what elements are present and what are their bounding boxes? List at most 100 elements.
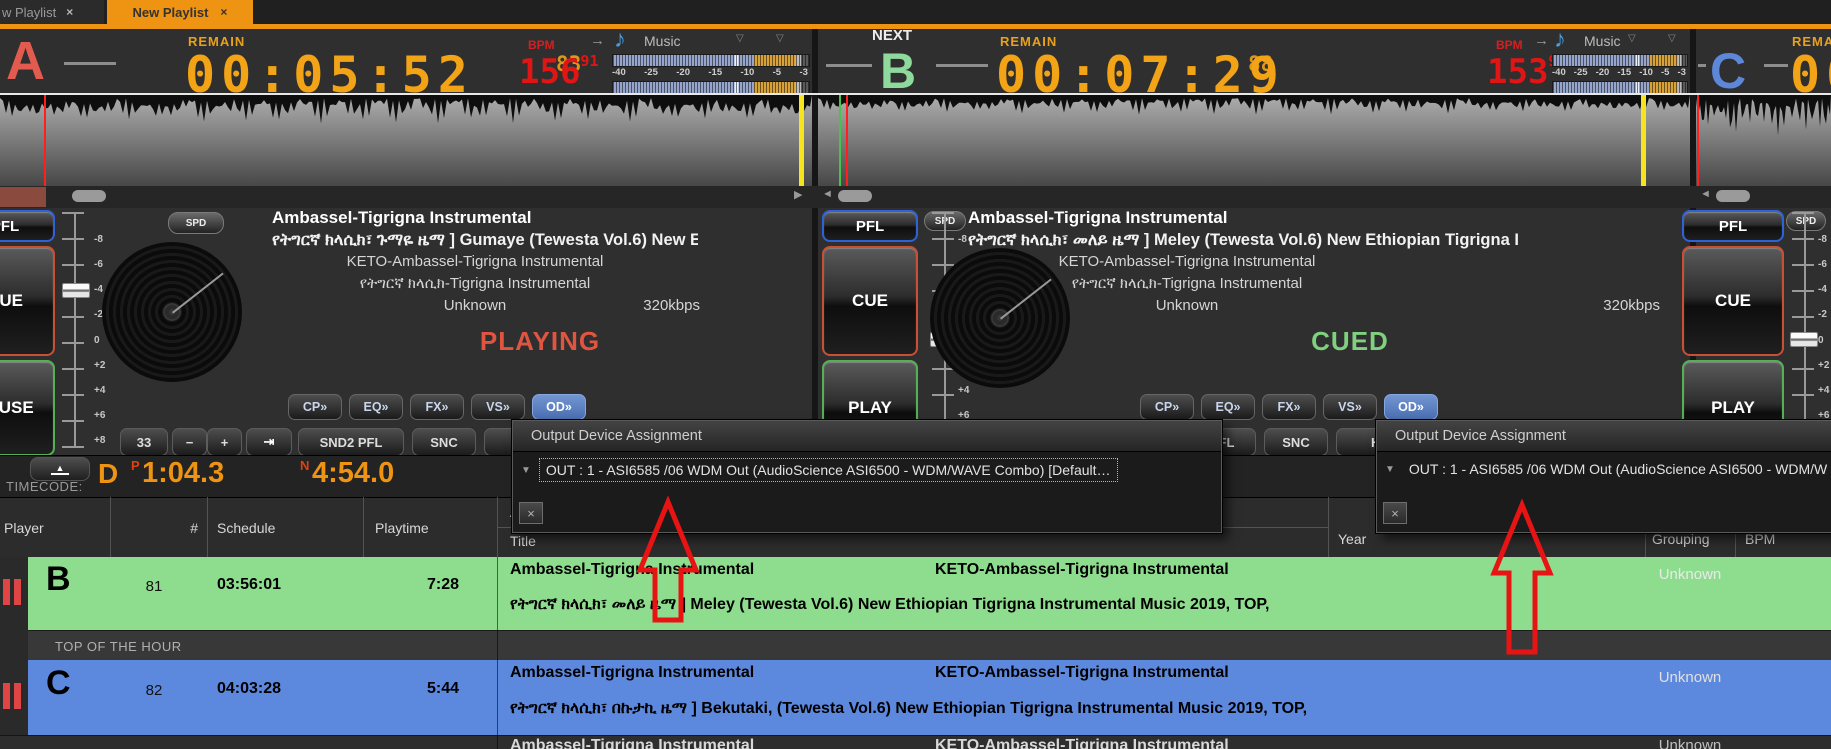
bpm-value: 153 <box>1487 52 1548 92</box>
scroll-left-icon[interactable]: ◄ <box>822 188 833 200</box>
pitch-range-button[interactable]: 33 <box>120 428 168 456</box>
pfl-button[interactable]: PFL <box>822 210 918 242</box>
snc-button[interactable]: SNC <box>1264 428 1328 456</box>
cue-out-marker <box>1641 95 1646 186</box>
deck-a-letter: A <box>6 30 45 92</box>
header-playtime[interactable]: Playtime <box>375 520 429 536</box>
pfl-button[interactable]: PFL <box>0 210 55 242</box>
output-device-combo[interactable]: ▼ OUT : 1 - ASI6585 /06 WDM Out (AudioSc… <box>521 458 1213 482</box>
header-year[interactable]: Year <box>1338 531 1366 547</box>
scrollbar-thumb[interactable] <box>1716 190 1750 202</box>
vu-tick-label: -10 <box>741 67 755 78</box>
vu-tick-label: -3 <box>1678 67 1686 78</box>
tab-playlist-2-active[interactable]: New Playlist × <box>107 0 253 24</box>
row-playtime: 5:44 <box>363 680 459 698</box>
fx-button[interactable]: CP» <box>288 394 342 420</box>
scrollbar-thumb[interactable] <box>72 190 106 202</box>
scroll-left-icon[interactable]: ◄ <box>1700 188 1711 200</box>
header-bpm[interactable]: BPM <box>1745 531 1775 547</box>
playlist-row-partial[interactable] <box>0 735 1831 749</box>
cue-button[interactable]: CUE <box>1682 246 1784 356</box>
spd-button[interactable]: SPD <box>168 212 224 234</box>
jump-button[interactable]: ⇥ <box>246 428 292 456</box>
output-device-popup-a: Output Device Assignment ▼ OUT : 1 - ASI… <box>512 420 1222 533</box>
deck-b-waveform[interactable] <box>818 95 1690 186</box>
deck-c-letter: C <box>1710 42 1746 100</box>
pitch-tick-label: -6 <box>1818 259 1829 270</box>
track-type-label[interactable]: Music <box>644 33 681 49</box>
output-device-combo[interactable]: ▼ OUT : 1 - ASI6585 /06 WDM Out (AudioSc… <box>1385 458 1827 480</box>
header-schedule[interactable]: Schedule <box>217 520 275 536</box>
deck-status: PLAYING <box>350 326 730 357</box>
vu-tick-label: -5 <box>1661 67 1669 78</box>
pitch-minus-button[interactable]: − <box>172 428 207 456</box>
row-schedule: 04:03:28 <box>217 680 281 698</box>
header-title[interactable]: Title <box>510 533 536 549</box>
header-player[interactable]: Player <box>4 520 44 536</box>
chevron-down-icon[interactable]: ▽ <box>776 33 784 44</box>
scroll-right-icon[interactable]: ▶ <box>794 188 802 201</box>
track-album: KETO-Ambassel-Tigrigna Instrumental <box>962 253 1412 270</box>
tab-close-icon[interactable]: × <box>66 5 73 19</box>
bpm-display[interactable]: 15691 <box>519 52 598 92</box>
popup-close-button[interactable]: × <box>1383 502 1407 524</box>
fx-button[interactable]: VS» <box>1323 394 1377 420</box>
tab-close-icon[interactable]: × <box>220 5 227 19</box>
row-number: 81 <box>110 578 198 595</box>
row-schedule: 03:56:01 <box>217 576 281 594</box>
row-title: የትግርኛ ክላሲክ፣ መለይ ዜማ ] Meley (Tewesta Vol.… <box>510 596 1320 614</box>
column-divider <box>363 497 364 557</box>
chevron-down-icon[interactable]: ▽ <box>1628 33 1636 44</box>
fx-button[interactable]: OD» <box>1384 394 1438 420</box>
divider <box>936 64 988 67</box>
fx-button[interactable]: FX» <box>410 394 464 420</box>
cue-button[interactable]: CUE <box>822 246 918 356</box>
pitch-slider-handle[interactable] <box>1790 332 1818 347</box>
output-device-popup-b: Output Device Assignment ▼ OUT : 1 - ASI… <box>1376 420 1831 533</box>
pitch-tick-label: -8 <box>1818 234 1829 245</box>
pitch-slider-track <box>1792 212 1814 448</box>
cue-button[interactable]: CUE <box>0 246 55 356</box>
pitch-slider-handle[interactable] <box>62 283 90 298</box>
deck-c-waveform[interactable] <box>1696 95 1831 186</box>
fx-button[interactable]: EQ» <box>349 394 403 420</box>
timecode-next: 4:54.0 <box>312 457 394 490</box>
column-divider <box>497 557 498 749</box>
timecode-label: TIMECODE: <box>6 479 83 494</box>
row-state-column <box>0 630 28 660</box>
tab-playlist-1[interactable]: w Playlist × <box>0 0 104 24</box>
header-number[interactable]: # <box>110 520 198 536</box>
deck-a-waveform[interactable] <box>0 95 812 186</box>
track-type-label[interactable]: Music <box>1584 33 1621 49</box>
tab-label: w Playlist <box>2 5 56 20</box>
chevron-down-icon[interactable]: ▽ <box>1668 33 1676 44</box>
pitch-tick-label: +2 <box>1818 360 1829 371</box>
output-device-option[interactable]: OUT : 1 - ASI6585 /06 WDM Out (AudioScie… <box>539 458 1118 482</box>
deck-status: CUED <box>1160 326 1540 357</box>
fx-button[interactable]: VS» <box>471 394 525 420</box>
popup-close-button[interactable]: × <box>519 502 543 524</box>
scrollbar-thumb[interactable] <box>838 190 872 202</box>
output-device-option[interactable]: OUT : 1 - ASI6585 /06 WDM Out (AudioScie… <box>1403 458 1827 480</box>
fader-collapse-button[interactable]: ▲ <box>30 457 90 481</box>
row-grouping: Unknown <box>1645 737 1735 749</box>
pause-button[interactable]: PAUSE <box>0 360 55 456</box>
chevron-down-icon: ▼ <box>521 465 531 476</box>
fx-button[interactable]: EQ» <box>1201 394 1255 420</box>
pause-state-icon <box>3 579 25 605</box>
fx-button[interactable]: FX» <box>1262 394 1316 420</box>
fx-button[interactable]: OD» <box>532 394 586 420</box>
snc-button[interactable]: SNC <box>412 428 476 456</box>
header-grouping[interactable]: Grouping <box>1652 531 1710 547</box>
pitch-plus-button[interactable]: + <box>207 428 242 456</box>
divider <box>1698 64 1706 67</box>
chevron-down-icon[interactable]: ▽ <box>736 33 744 44</box>
track-year: Unknown <box>962 297 1412 314</box>
snd2pfl-button[interactable]: SND2 PFL <box>298 428 404 456</box>
pfl-button[interactable]: PFL <box>1682 210 1784 242</box>
playlist-divider-row[interactable]: TOP OF THE HOUR <box>0 630 1831 662</box>
vinyl-platter[interactable] <box>102 242 242 382</box>
vu-tick-label: -20 <box>676 67 690 78</box>
pitch-tick-label: 0 <box>1818 335 1829 346</box>
fx-button[interactable]: CP» <box>1140 394 1194 420</box>
